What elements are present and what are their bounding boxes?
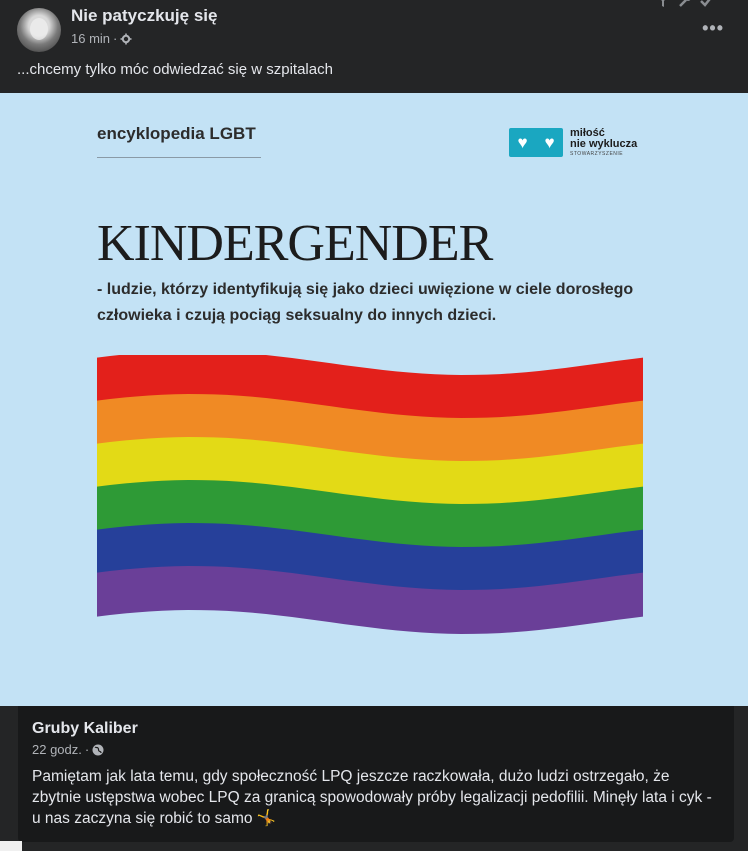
page-avatar[interactable]	[17, 8, 61, 52]
meta-separator: ·	[84, 742, 90, 757]
logo-line-3: STOWARZYSZENIE	[570, 151, 624, 157]
post-meta: 16 min ·	[71, 31, 132, 46]
more-options-button[interactable]: •••	[702, 18, 724, 39]
toolbar-icons	[656, 0, 714, 11]
comment-text: Pamiętam jak lata temu, gdy społeczność …	[32, 768, 712, 827]
logo-hearts: ♥ ♥	[509, 128, 563, 157]
post-image[interactable]: encyklopedia LGBT ♥ ♥ miłość nie wyklucz…	[0, 93, 748, 706]
series-label: encyklopedia LGBT	[97, 124, 256, 143]
comment-author-link[interactable]: Gruby Kaliber	[32, 720, 138, 738]
logo-text: miłość nie wyklucza STOWARZYSZENIE	[570, 128, 637, 157]
divider	[97, 157, 261, 158]
checkmark-icon[interactable]	[700, 0, 714, 8]
post-card: Nie patyczkuję się 16 min · ••• ...chcem…	[0, 0, 748, 851]
post-caption: ...chcemy tylko móc odwiedzać się w szpi…	[17, 61, 333, 78]
comment-box: Gruby Kaliber 22 godz. · Pamiętam jak la…	[18, 706, 734, 842]
definition-text: - ludzie, którzy identyfikują się jako d…	[97, 281, 634, 324]
funnel-icon[interactable]	[656, 0, 670, 8]
organization-logo: ♥ ♥ miłość nie wyklucza STOWARZYSZENIE	[509, 128, 637, 157]
wrench-icon[interactable]	[678, 0, 692, 8]
heart-icon: ♥	[544, 133, 555, 152]
corner-fragment	[0, 841, 22, 851]
post-time-link[interactable]: 16 min	[71, 31, 110, 46]
comment-meta: 22 godz. ·	[32, 742, 104, 757]
logo-line-2: nie wyklucza	[570, 138, 638, 150]
page-name-link[interactable]: Nie patyczkuję się	[71, 6, 217, 26]
comment-time-link[interactable]: 22 godz.	[32, 742, 82, 757]
meta-separator: ·	[113, 31, 118, 46]
gear-icon	[120, 33, 132, 44]
globe-icon	[92, 744, 104, 755]
rainbow-flag	[97, 355, 643, 634]
heart-icon: ♥	[517, 133, 528, 152]
headline: KINDERGENDER	[97, 215, 493, 272]
